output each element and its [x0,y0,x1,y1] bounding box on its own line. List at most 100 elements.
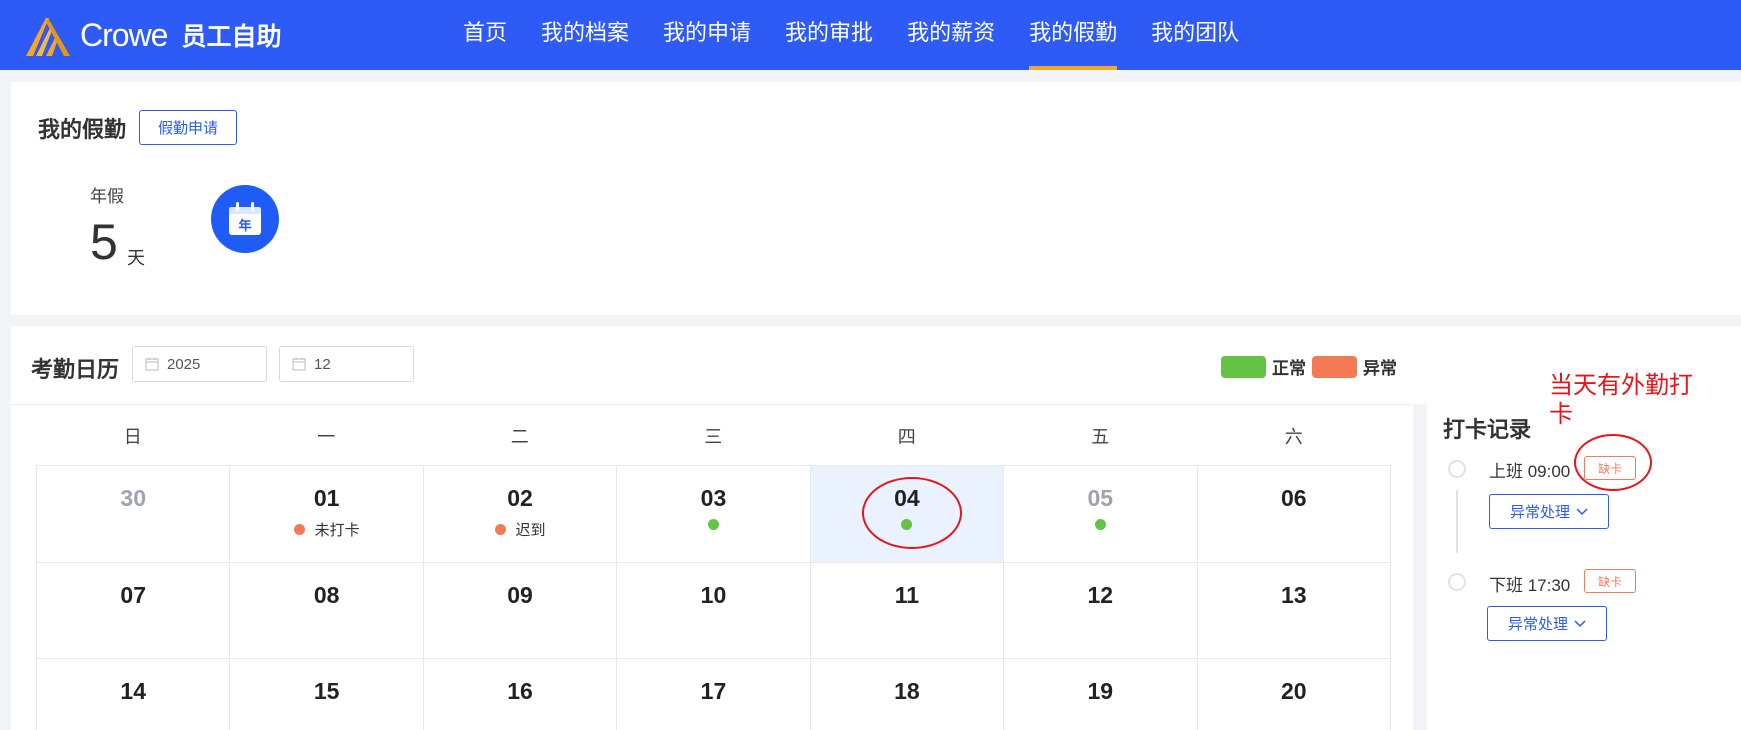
leave-type-label: 年假 [90,187,124,206]
leave-summary-card: 我的假勤 假勤申请 年假 5 天 年 [11,82,1741,315]
day-number: 11 [894,581,920,608]
day-number: 12 [1087,581,1114,608]
exception-handle-button[interactable]: 异常处理 [1487,606,1607,641]
nav-my-profile[interactable]: 我的档案 [541,0,629,70]
calendar-day-cell[interactable]: 12 [1004,562,1198,659]
brand-name: Crowe [80,16,168,53]
nav-my-team[interactable]: 我的团队 [1151,0,1239,70]
weekday-header: 日 一 二 三 四 五 六 [36,405,1391,465]
weekday-label: 五 [1091,427,1110,447]
weekday-label: 二 [510,427,529,447]
exception-handle-label: 异常处理 [1509,504,1570,521]
day-number: 03 [700,485,727,511]
day-number: 06 [1280,485,1307,511]
calendar-day-cell[interactable]: 03 [617,466,811,563]
calendar-week-row: 14 15 16 17 18 19 20 [37,659,1391,730]
calendar-day-cell[interactable]: 18 [811,659,1005,730]
day-number: 30 [120,485,146,511]
weekday-label: 四 [897,427,916,447]
leave-icon-char: 年 [238,218,251,234]
calendar-day-cell[interactable]: 08 [230,562,424,659]
punch-record-title: 打卡记录 [1443,417,1532,442]
leave-apply-button[interactable]: 假勤申请 [139,110,237,145]
calendar-day-cell[interactable]: 17 [617,659,811,730]
calendar-day-cell[interactable]: 14 [37,659,231,730]
legend-normal-label: 正常 [1272,359,1306,378]
day-status-text: 未打卡 [314,522,360,539]
timeline-node [1448,573,1466,591]
calendar-day-cell[interactable]: 19 [1004,659,1198,730]
leave-days-value: 5 [90,214,118,270]
legend-normal: 正常 [1221,354,1306,379]
missing-punch-tag: 缺卡 [1584,569,1636,593]
day-number: 19 [1087,678,1114,704]
calendar-day-cell[interactable]: 07 [37,562,231,659]
day-number: 02 [507,485,533,511]
day-number: 20 [1280,678,1307,704]
day-status [617,519,809,530]
legend-abnormal-label: 异常 [1363,359,1397,378]
nav-my-attendance[interactable]: 我的假勤 [1029,0,1118,70]
calendar-title: 考勤日历 [31,357,120,382]
calendar-week-row: 07 08 09 10 11 12 13 [37,562,1391,659]
calendar-day-cell[interactable]: 11 [810,562,1005,659]
exception-handle-button[interactable]: 异常处理 [1489,494,1609,529]
weekday-label: 六 [1284,427,1303,447]
day-number: 17 [700,678,727,704]
chevron-down-icon [1576,507,1588,515]
calendar-day-cell[interactable]: 05 [1004,466,1198,563]
timeline-line [1456,490,1458,553]
calendar-day-cell[interactable]: 10 [617,562,811,659]
day-status: 迟到 [424,519,616,540]
nav-home[interactable]: 首页 [463,0,507,70]
punch-out-time: 下班 17:30 [1489,576,1571,595]
day-number: 01 [313,485,340,511]
day-number: 09 [507,581,533,608]
crowe-logo-icon [26,18,70,56]
day-number: 13 [1280,581,1307,608]
calendar-icon [145,357,159,371]
month-picker[interactable]: 12 [279,346,414,382]
day-number: 07 [120,581,146,608]
brand[interactable]: Crowe 员工自助 [24,14,281,56]
day-status-text: 迟到 [515,522,546,539]
annual-leave-calendar-icon: 年 [211,185,279,253]
legend-normal-swatch [1221,355,1266,378]
leave-days-unit: 天 [127,248,145,268]
nav-my-salary[interactable]: 我的薪资 [907,0,995,70]
calendar-day-cell[interactable]: 30 [37,466,231,563]
calendar-day-cell[interactable]: 01 未打卡 [230,466,424,563]
day-number: 10 [700,581,727,608]
brand-subtitle: 员工自助 [181,23,282,51]
day-number: 14 [120,678,146,704]
status-normal-dot [1094,519,1106,530]
top-navigation-bar: Crowe 员工自助 首页 我的档案 我的申请 我的审批 我的薪资 我的假勤 我… [0,0,1741,70]
calendar-day-cell[interactable]: 15 [230,659,424,730]
status-abnormal-dot [293,524,305,535]
day-number: 15 [313,678,340,704]
calendar-day-cell[interactable]: 06 [1197,466,1391,563]
weekday-label: 日 [123,427,142,447]
nav-my-approvals[interactable]: 我的审批 [785,0,873,70]
year-picker[interactable]: 2025 [132,346,267,382]
highlight-ellipse [1574,434,1652,491]
highlight-ellipse [862,477,962,549]
annotation-note: 当天有外勤打卡 [1549,372,1693,428]
calendar-day-cell[interactable]: 02 迟到 [423,466,618,563]
day-status: 未打卡 [230,519,422,540]
exception-handle-label: 异常处理 [1507,616,1568,633]
calendar-day-cell[interactable]: 20 [1198,659,1391,730]
calendar-day-cell[interactable]: 16 [424,659,618,730]
status-abnormal-dot [494,524,506,535]
calendar-day-cell[interactable]: 13 [1197,562,1391,659]
punch-in-time: 上班 09:00 [1489,462,1571,481]
calendar-grid-area: 日 一 二 三 四 五 六 30 01 未打卡 02 迟到 03 04 05 06 07 08 09 1… [11,404,1411,730]
timeline-node [1448,460,1466,478]
main-nav: 首页 我的档案 我的申请 我的审批 我的薪资 我的假勤 我的团队 [463,0,1273,70]
nav-my-applications[interactable]: 我的申请 [663,0,751,70]
year-value: 2025 [167,355,201,373]
day-number: 18 [894,678,920,704]
calendar-day-cell[interactable]: 09 [423,562,618,659]
chevron-down-icon [1574,619,1586,627]
panel-divider [1413,404,1427,730]
